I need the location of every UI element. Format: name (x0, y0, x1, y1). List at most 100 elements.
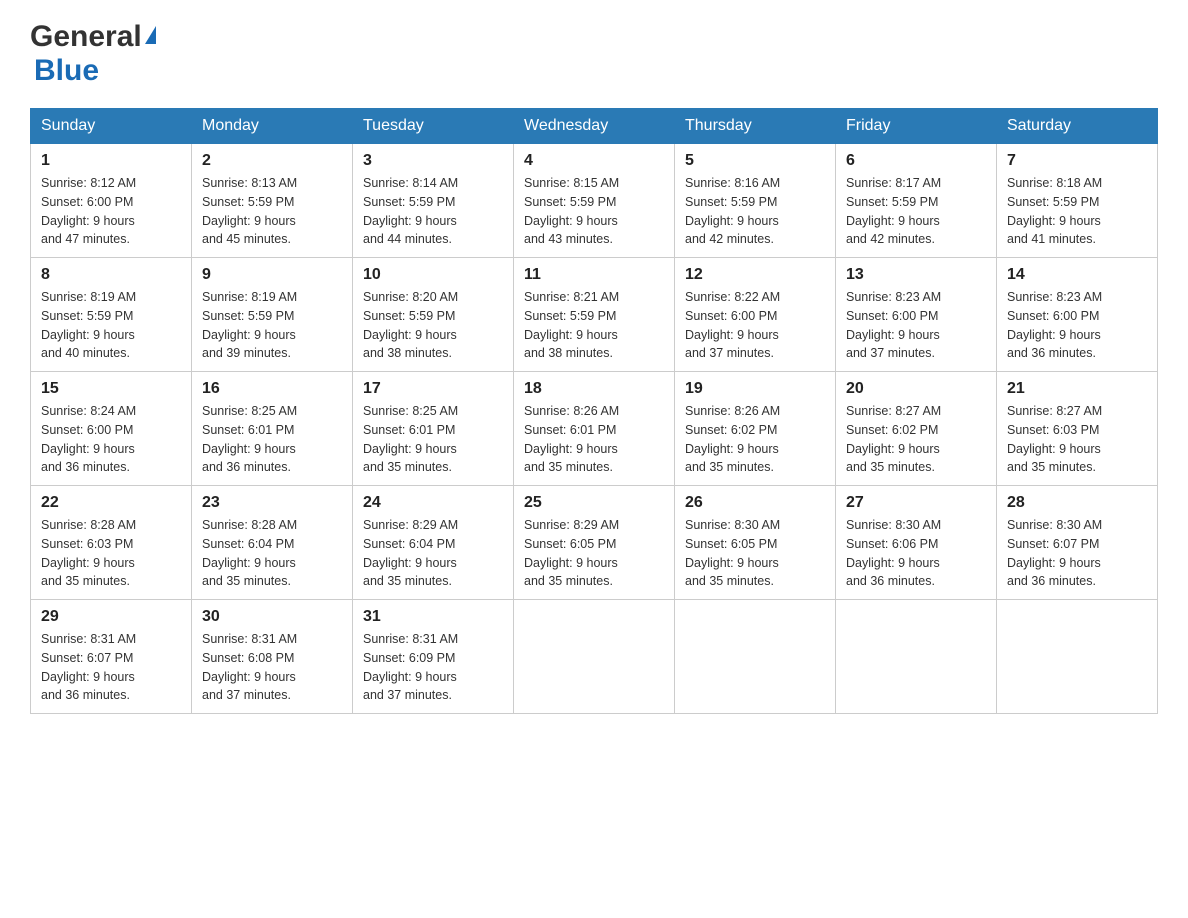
calendar-cell: 5 Sunrise: 8:16 AMSunset: 5:59 PMDayligh… (675, 144, 836, 258)
day-number: 10 (363, 266, 503, 284)
day-info: Sunrise: 8:29 AMSunset: 6:05 PMDaylight:… (524, 516, 664, 591)
col-header-friday: Friday (836, 109, 997, 144)
day-info: Sunrise: 8:28 AMSunset: 6:04 PMDaylight:… (202, 516, 342, 591)
calendar-cell: 30 Sunrise: 8:31 AMSunset: 6:08 PMDaylig… (192, 600, 353, 714)
day-info: Sunrise: 8:12 AMSunset: 6:00 PMDaylight:… (41, 174, 181, 249)
logo: General Blue (30, 20, 158, 88)
week-row-3: 15 Sunrise: 8:24 AMSunset: 6:00 PMDaylig… (31, 372, 1158, 486)
day-number: 28 (1007, 494, 1147, 512)
day-number: 29 (41, 608, 181, 626)
day-info: Sunrise: 8:18 AMSunset: 5:59 PMDaylight:… (1007, 174, 1147, 249)
day-info: Sunrise: 8:14 AMSunset: 5:59 PMDaylight:… (363, 174, 503, 249)
calendar-table: SundayMondayTuesdayWednesdayThursdayFrid… (30, 108, 1158, 714)
week-row-5: 29 Sunrise: 8:31 AMSunset: 6:07 PMDaylig… (31, 600, 1158, 714)
day-number: 31 (363, 608, 503, 626)
calendar-cell: 22 Sunrise: 8:28 AMSunset: 6:03 PMDaylig… (31, 486, 192, 600)
day-info: Sunrise: 8:22 AMSunset: 6:00 PMDaylight:… (685, 288, 825, 363)
day-info: Sunrise: 8:25 AMSunset: 6:01 PMDaylight:… (202, 402, 342, 477)
day-number: 27 (846, 494, 986, 512)
week-row-4: 22 Sunrise: 8:28 AMSunset: 6:03 PMDaylig… (31, 486, 1158, 600)
col-header-monday: Monday (192, 109, 353, 144)
day-number: 11 (524, 266, 664, 284)
day-info: Sunrise: 8:26 AMSunset: 6:02 PMDaylight:… (685, 402, 825, 477)
day-info: Sunrise: 8:28 AMSunset: 6:03 PMDaylight:… (41, 516, 181, 591)
day-info: Sunrise: 8:23 AMSunset: 6:00 PMDaylight:… (846, 288, 986, 363)
calendar-cell (514, 600, 675, 714)
col-header-wednesday: Wednesday (514, 109, 675, 144)
calendar-cell: 2 Sunrise: 8:13 AMSunset: 5:59 PMDayligh… (192, 144, 353, 258)
calendar-cell: 14 Sunrise: 8:23 AMSunset: 6:00 PMDaylig… (997, 258, 1158, 372)
day-info: Sunrise: 8:27 AMSunset: 6:02 PMDaylight:… (846, 402, 986, 477)
calendar-cell: 21 Sunrise: 8:27 AMSunset: 6:03 PMDaylig… (997, 372, 1158, 486)
calendar-cell: 19 Sunrise: 8:26 AMSunset: 6:02 PMDaylig… (675, 372, 836, 486)
calendar-cell: 10 Sunrise: 8:20 AMSunset: 5:59 PMDaylig… (353, 258, 514, 372)
day-number: 18 (524, 380, 664, 398)
day-number: 23 (202, 494, 342, 512)
day-number: 7 (1007, 152, 1147, 170)
day-number: 16 (202, 380, 342, 398)
day-info: Sunrise: 8:27 AMSunset: 6:03 PMDaylight:… (1007, 402, 1147, 477)
calendar-cell: 7 Sunrise: 8:18 AMSunset: 5:59 PMDayligh… (997, 144, 1158, 258)
calendar-cell: 1 Sunrise: 8:12 AMSunset: 6:00 PMDayligh… (31, 144, 192, 258)
day-number: 2 (202, 152, 342, 170)
calendar-cell: 13 Sunrise: 8:23 AMSunset: 6:00 PMDaylig… (836, 258, 997, 372)
day-info: Sunrise: 8:31 AMSunset: 6:07 PMDaylight:… (41, 630, 181, 705)
calendar-cell: 8 Sunrise: 8:19 AMSunset: 5:59 PMDayligh… (31, 258, 192, 372)
day-info: Sunrise: 8:20 AMSunset: 5:59 PMDaylight:… (363, 288, 503, 363)
col-header-tuesday: Tuesday (353, 109, 514, 144)
calendar-cell: 12 Sunrise: 8:22 AMSunset: 6:00 PMDaylig… (675, 258, 836, 372)
day-info: Sunrise: 8:25 AMSunset: 6:01 PMDaylight:… (363, 402, 503, 477)
calendar-cell: 23 Sunrise: 8:28 AMSunset: 6:04 PMDaylig… (192, 486, 353, 600)
day-number: 26 (685, 494, 825, 512)
day-number: 24 (363, 494, 503, 512)
day-info: Sunrise: 8:19 AMSunset: 5:59 PMDaylight:… (41, 288, 181, 363)
day-number: 19 (685, 380, 825, 398)
day-info: Sunrise: 8:30 AMSunset: 6:06 PMDaylight:… (846, 516, 986, 591)
calendar-cell: 24 Sunrise: 8:29 AMSunset: 6:04 PMDaylig… (353, 486, 514, 600)
calendar-cell: 18 Sunrise: 8:26 AMSunset: 6:01 PMDaylig… (514, 372, 675, 486)
calendar-cell: 28 Sunrise: 8:30 AMSunset: 6:07 PMDaylig… (997, 486, 1158, 600)
day-info: Sunrise: 8:26 AMSunset: 6:01 PMDaylight:… (524, 402, 664, 477)
day-info: Sunrise: 8:15 AMSunset: 5:59 PMDaylight:… (524, 174, 664, 249)
day-number: 17 (363, 380, 503, 398)
calendar-cell (836, 600, 997, 714)
calendar-cell: 31 Sunrise: 8:31 AMSunset: 6:09 PMDaylig… (353, 600, 514, 714)
calendar-cell (675, 600, 836, 714)
week-row-1: 1 Sunrise: 8:12 AMSunset: 6:00 PMDayligh… (31, 144, 1158, 258)
day-number: 6 (846, 152, 986, 170)
calendar-cell (997, 600, 1158, 714)
calendar-cell: 4 Sunrise: 8:15 AMSunset: 5:59 PMDayligh… (514, 144, 675, 258)
calendar-cell: 3 Sunrise: 8:14 AMSunset: 5:59 PMDayligh… (353, 144, 514, 258)
day-info: Sunrise: 8:24 AMSunset: 6:00 PMDaylight:… (41, 402, 181, 477)
day-info: Sunrise: 8:30 AMSunset: 6:05 PMDaylight:… (685, 516, 825, 591)
day-number: 21 (1007, 380, 1147, 398)
day-number: 1 (41, 152, 181, 170)
calendar-cell: 26 Sunrise: 8:30 AMSunset: 6:05 PMDaylig… (675, 486, 836, 600)
day-number: 22 (41, 494, 181, 512)
day-number: 4 (524, 152, 664, 170)
calendar-cell: 6 Sunrise: 8:17 AMSunset: 5:59 PMDayligh… (836, 144, 997, 258)
day-number: 20 (846, 380, 986, 398)
calendar-cell: 29 Sunrise: 8:31 AMSunset: 6:07 PMDaylig… (31, 600, 192, 714)
day-info: Sunrise: 8:19 AMSunset: 5:59 PMDaylight:… (202, 288, 342, 363)
logo-triangle-icon (145, 26, 156, 44)
calendar-cell: 27 Sunrise: 8:30 AMSunset: 6:06 PMDaylig… (836, 486, 997, 600)
day-number: 9 (202, 266, 342, 284)
day-number: 3 (363, 152, 503, 170)
day-number: 30 (202, 608, 342, 626)
calendar-cell: 25 Sunrise: 8:29 AMSunset: 6:05 PMDaylig… (514, 486, 675, 600)
col-header-thursday: Thursday (675, 109, 836, 144)
calendar-cell: 17 Sunrise: 8:25 AMSunset: 6:01 PMDaylig… (353, 372, 514, 486)
day-number: 13 (846, 266, 986, 284)
day-info: Sunrise: 8:29 AMSunset: 6:04 PMDaylight:… (363, 516, 503, 591)
day-info: Sunrise: 8:17 AMSunset: 5:59 PMDaylight:… (846, 174, 986, 249)
day-number: 25 (524, 494, 664, 512)
day-info: Sunrise: 8:31 AMSunset: 6:08 PMDaylight:… (202, 630, 342, 705)
col-header-saturday: Saturday (997, 109, 1158, 144)
logo-general: General (30, 20, 142, 54)
day-info: Sunrise: 8:21 AMSunset: 5:59 PMDaylight:… (524, 288, 664, 363)
day-number: 8 (41, 266, 181, 284)
day-number: 12 (685, 266, 825, 284)
calendar-cell: 11 Sunrise: 8:21 AMSunset: 5:59 PMDaylig… (514, 258, 675, 372)
calendar-cell: 15 Sunrise: 8:24 AMSunset: 6:00 PMDaylig… (31, 372, 192, 486)
